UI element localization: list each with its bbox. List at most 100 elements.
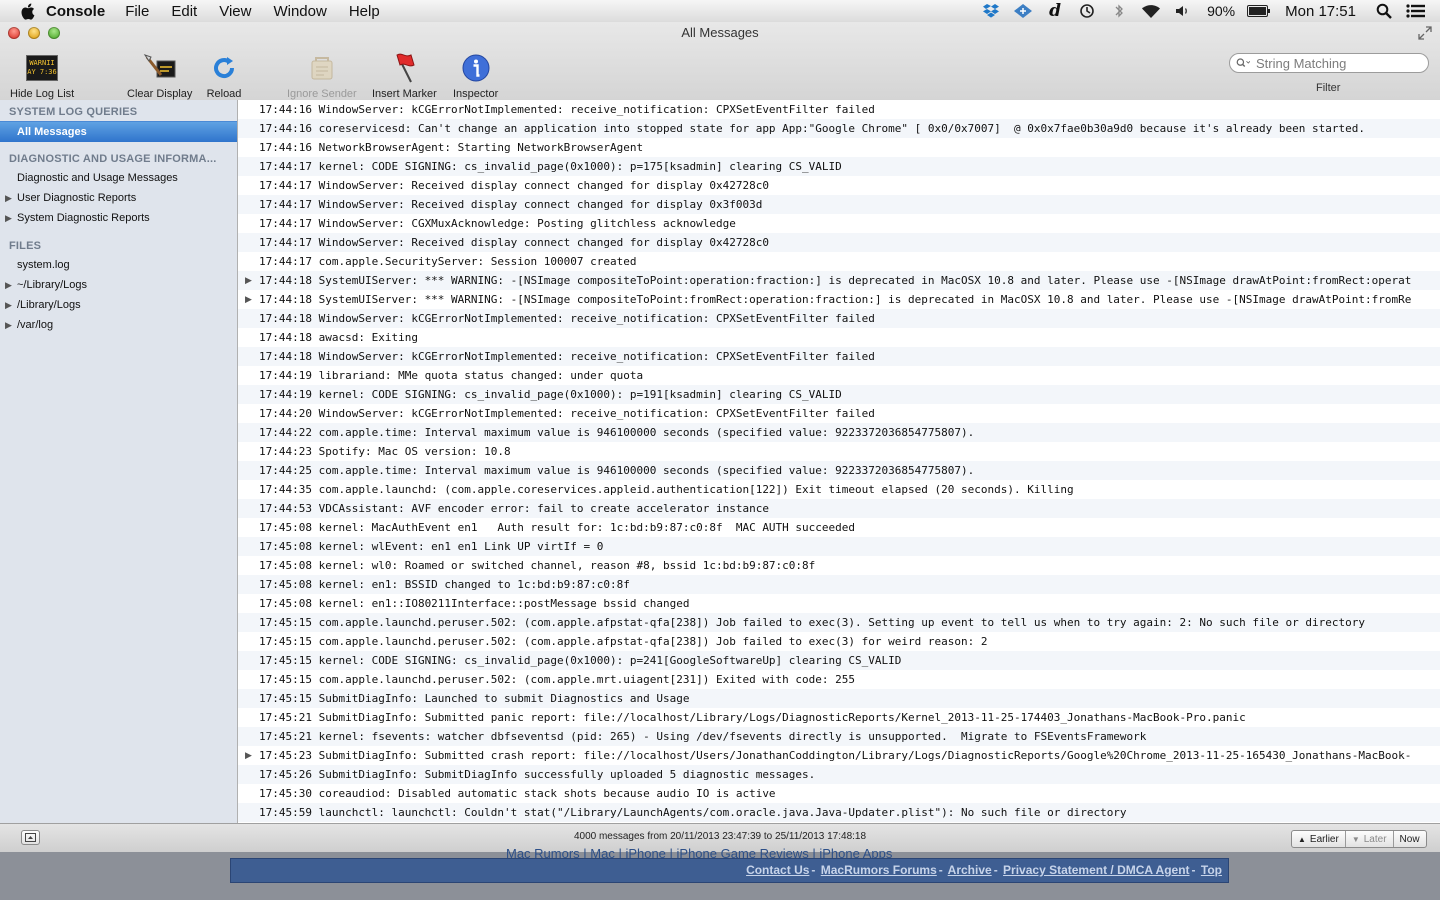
sidebar-item-diagnostic-messages[interactable]: Diagnostic and Usage Messages <box>0 168 237 188</box>
down-arrow-icon: ▼ <box>1351 834 1360 844</box>
log-row[interactable]: 17:45:08 kernel: wl0: Roamed or switched… <box>238 556 1440 575</box>
ignore-sender-button[interactable]: Ignore Sender <box>287 50 357 100</box>
log-row[interactable]: 17:44:18 WindowServer: kCGErrorNotImplem… <box>238 347 1440 366</box>
menu-clock[interactable]: Mon 17:51 <box>1285 3 1356 20</box>
log-row[interactable]: 17:45:08 kernel: wlEvent: en1 en1 Link U… <box>238 537 1440 556</box>
log-row[interactable]: 17:45:08 kernel: MacAuthEvent en1 Auth r… <box>238 518 1440 537</box>
log-row[interactable]: 17:44:22 com.apple.time: Interval maximu… <box>238 423 1440 442</box>
wifi-icon[interactable] <box>1141 2 1161 20</box>
network-diamond-icon[interactable] <box>1013 2 1033 20</box>
log-row[interactable]: ▶ 17:45:23 SubmitDiagInfo: Submitted cras… <box>238 746 1440 765</box>
menu-window[interactable]: Window <box>273 3 326 20</box>
expand-triangle-icon[interactable]: ▶ <box>245 271 252 290</box>
disclosure-triangle-icon[interactable]: ▶ <box>5 320 14 331</box>
disclosure-triangle-icon[interactable]: ▶ <box>5 213 14 224</box>
log-row[interactable]: 17:44:18 WindowServer: kCGErrorNotImplem… <box>238 309 1440 328</box>
disclosure-triangle-icon[interactable]: ▶ <box>5 300 14 311</box>
log-row[interactable]: 17:44:35 com.apple.launchd: (com.apple.c… <box>238 480 1440 499</box>
sidebar-item-label: /var/log <box>17 319 54 331</box>
sidebar-item-system-diagnostic-reports[interactable]: ▶ System Diagnostic Reports <box>0 208 237 228</box>
log-row[interactable]: 17:44:16 coreservicesd: Can't change an … <box>238 119 1440 138</box>
hide-log-list-button[interactable]: WARNII AY 7:36 Hide Log List <box>10 50 74 100</box>
log-row[interactable]: 17:44:23 Spotify: Mac OS version: 10.8 <box>238 442 1440 461</box>
footer-link-forums[interactable]: MacRumors Forums <box>821 863 937 877</box>
menu-edit[interactable]: Edit <box>171 3 197 20</box>
log-row[interactable]: 17:45:15 com.apple.launchd.peruser.502: … <box>238 632 1440 651</box>
log-row[interactable]: 17:45:21 SubmitDiagInfo: Submitted panic… <box>238 708 1440 727</box>
log-list-sidebar: SYSTEM LOG QUERIES All Messages DIAGNOST… <box>0 100 238 823</box>
log-row[interactable]: 17:44:18 awacsd: Exiting <box>238 328 1440 347</box>
footer-link-archive[interactable]: Archive <box>948 863 992 877</box>
sidebar-item-library-logs[interactable]: ▶ /Library/Logs <box>0 295 237 315</box>
log-row[interactable]: 17:44:17 kernel: CODE SIGNING: cs_invali… <box>238 157 1440 176</box>
log-row[interactable]: 17:44:53 VDCAssistant: AVF encoder error… <box>238 499 1440 518</box>
footer-link-privacy[interactable]: Privacy Statement / DMCA Agent <box>1003 863 1190 877</box>
insert-marker-flag-icon <box>386 50 422 86</box>
log-message-text: 17:45:15 kernel: CODE SIGNING: cs_invali… <box>259 654 902 667</box>
sidebar-item-var-log[interactable]: ▶ /var/log <box>0 315 237 335</box>
expand-triangle-icon[interactable]: ▶ <box>245 746 252 765</box>
log-message-text: 17:44:35 com.apple.launchd: (com.apple.c… <box>259 483 1074 496</box>
sidebar-item-label: ~/Library/Logs <box>17 279 88 291</box>
log-row[interactable]: 17:45:15 com.apple.launchd.peruser.502: … <box>238 613 1440 632</box>
battery-percentage[interactable]: 90% <box>1207 3 1235 19</box>
footer-link-contact[interactable]: Contact Us <box>746 863 809 877</box>
dropbox-icon[interactable] <box>981 2 1001 20</box>
log-row[interactable]: 17:44:19 kernel: CODE SIGNING: cs_invali… <box>238 385 1440 404</box>
log-row[interactable]: 17:45:08 kernel: en1: BSSID changed to 1… <box>238 575 1440 594</box>
log-row[interactable]: 17:45:30 coreaudiod: Disabled automatic … <box>238 784 1440 803</box>
log-row[interactable]: 17:44:16 NetworkBrowserAgent: Starting N… <box>238 138 1440 157</box>
fullscreen-icon[interactable] <box>1418 26 1432 40</box>
volume-icon[interactable] <box>1173 2 1193 20</box>
earlier-button[interactable]: ▲ Earlier <box>1292 831 1346 847</box>
log-row[interactable]: 17:45:26 SubmitDiagInfo: SubmitDiagInfo … <box>238 765 1440 784</box>
bluetooth-icon[interactable] <box>1109 2 1129 20</box>
clear-display-button[interactable]: Clear Display <box>127 50 192 100</box>
sidebar-item-user-diagnostic-reports[interactable]: ▶ User Diagnostic Reports <box>0 188 237 208</box>
menu-file[interactable]: File <box>125 3 149 20</box>
reload-button[interactable]: Reload <box>206 50 242 100</box>
filter-search-input[interactable] <box>1254 54 1428 72</box>
log-message-list[interactable]: 17:44:16 WindowServer: kCGErrorNotImplem… <box>238 100 1440 823</box>
disclosure-triangle-icon[interactable]: ▶ <box>5 193 14 204</box>
log-row[interactable]: 17:44:19 librariand: MMe quota status ch… <box>238 366 1440 385</box>
log-message-text: 17:45:08 kernel: en1::IO80211Interface::… <box>259 597 690 610</box>
log-row[interactable]: 17:45:08 kernel: en1::IO80211Interface::… <box>238 594 1440 613</box>
log-row[interactable]: 17:45:15 kernel: CODE SIGNING: cs_invali… <box>238 651 1440 670</box>
battery-icon[interactable] <box>1247 2 1271 20</box>
log-row[interactable]: 17:45:15 SubmitDiagInfo: Launched to sub… <box>238 689 1440 708</box>
log-row[interactable]: 17:44:17 WindowServer: Received display … <box>238 195 1440 214</box>
filter-search-field[interactable] <box>1229 53 1429 73</box>
sidebar-item-user-library-logs[interactable]: ▶ ~/Library/Logs <box>0 275 237 295</box>
inspector-button[interactable]: Inspector <box>453 50 498 100</box>
log-row[interactable]: 17:44:17 WindowServer: Received display … <box>238 233 1440 252</box>
spotlight-search-icon[interactable] <box>1374 2 1394 20</box>
sidebar-item-all-messages[interactable]: All Messages <box>0 121 237 142</box>
sidebar-item-system-log[interactable]: system.log <box>0 255 237 275</box>
log-row[interactable]: 17:44:16 WindowServer: kCGErrorNotImplem… <box>238 100 1440 119</box>
apple-menu-icon[interactable] <box>20 2 36 20</box>
dictionary-icon[interactable]: d <box>1045 1 1065 21</box>
log-row[interactable]: ▶ 17:44:18 SystemUIServer: *** WARNING: -… <box>238 290 1440 309</box>
notification-center-icon[interactable] <box>1406 2 1426 20</box>
log-row[interactable]: 17:44:17 com.apple.SecurityServer: Sessi… <box>238 252 1440 271</box>
later-button[interactable]: ▼ Later <box>1346 831 1394 847</box>
now-button[interactable]: Now <box>1394 831 1426 847</box>
menu-help[interactable]: Help <box>349 3 380 20</box>
log-row[interactable]: 17:45:21 kernel: fsevents: watcher dbfse… <box>238 727 1440 746</box>
log-row[interactable]: ▶ 17:44:18 SystemUIServer: *** WARNING: -… <box>238 271 1440 290</box>
time-machine-icon[interactable] <box>1077 2 1097 20</box>
log-row[interactable]: 17:44:17 WindowServer: Received display … <box>238 176 1440 195</box>
insert-marker-button[interactable]: Insert Marker <box>372 50 437 100</box>
disclosure-triangle-icon[interactable]: ▶ <box>5 280 14 291</box>
footer-link-top[interactable]: Top <box>1201 863 1222 877</box>
log-row[interactable]: 17:44:17 WindowServer: CGXMuxAcknowledge… <box>238 214 1440 233</box>
log-row[interactable]: 17:44:25 com.apple.time: Interval maximu… <box>238 461 1440 480</box>
log-row[interactable]: 17:45:15 com.apple.launchd.peruser.502: … <box>238 670 1440 689</box>
sidebar-item-label: All Messages <box>17 126 87 138</box>
menu-app-name[interactable]: Console <box>46 3 105 20</box>
log-row[interactable]: 17:44:20 WindowServer: kCGErrorNotImplem… <box>238 404 1440 423</box>
expand-triangle-icon[interactable]: ▶ <box>245 290 252 309</box>
menu-view[interactable]: View <box>219 3 251 20</box>
log-row[interactable]: 17:45:59 launchctl: launchctl: Couldn't … <box>238 803 1440 822</box>
